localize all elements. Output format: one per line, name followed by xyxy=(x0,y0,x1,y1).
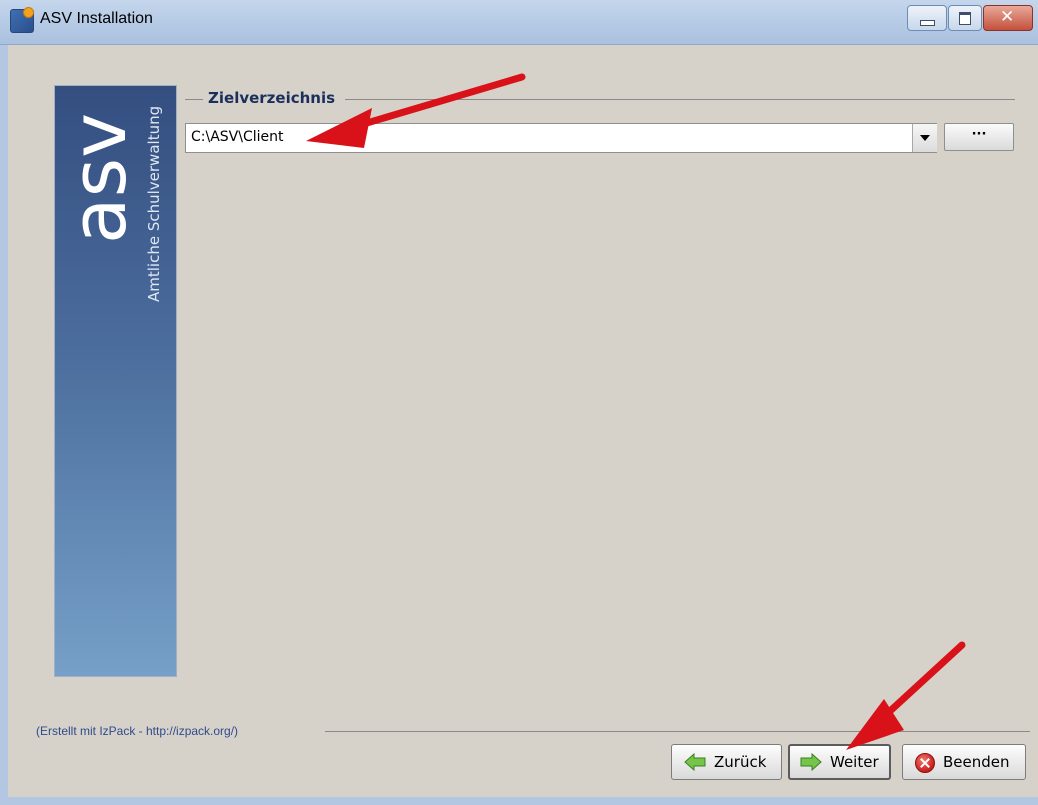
asv-side-banner: asv Amtliche Schulverwaltung xyxy=(54,85,177,677)
back-button-label: Zurück xyxy=(714,753,767,771)
next-button-label: Weiter xyxy=(830,753,879,771)
arrow-right-icon xyxy=(800,753,822,771)
group-divider-left xyxy=(185,99,203,100)
maximize-button[interactable] xyxy=(948,5,982,31)
window-border-bottom xyxy=(0,797,1038,805)
installer-app-icon xyxy=(10,7,34,33)
back-button[interactable]: Zurück xyxy=(671,744,782,780)
asv-logo-text: asv xyxy=(69,113,133,244)
next-button[interactable]: Weiter xyxy=(788,744,891,780)
arrow-left-icon xyxy=(684,753,706,771)
close-icon: ✕ xyxy=(1000,7,1015,27)
group-divider-right xyxy=(345,99,1015,100)
banner-tagline: Amtliche Schulverwaltung xyxy=(145,106,163,303)
minimize-button[interactable] xyxy=(907,5,947,31)
window-title: ASV Installation xyxy=(40,10,153,27)
quit-button[interactable]: Beenden xyxy=(902,744,1026,780)
target-path-value[interactable]: C:\ASV\Client xyxy=(191,129,284,145)
asv-logo: asv xyxy=(69,113,133,244)
quit-button-label: Beenden xyxy=(943,753,1010,771)
target-dir-group-title: Zielverzeichnis xyxy=(208,89,336,107)
chevron-down-icon[interactable] xyxy=(912,124,937,152)
window-border-left xyxy=(0,45,8,805)
stop-icon xyxy=(915,753,935,773)
footer-divider xyxy=(325,731,1030,732)
browse-button[interactable]: ··· xyxy=(944,123,1014,151)
izpack-credit: (Erstellt mit IzPack - http://izpack.org… xyxy=(36,724,239,738)
close-window-button[interactable]: ✕ xyxy=(983,5,1033,31)
target-path-combobox[interactable]: C:\ASV\Client xyxy=(185,123,937,153)
title-bar[interactable]: ASV Installation ✕ xyxy=(0,0,1038,45)
